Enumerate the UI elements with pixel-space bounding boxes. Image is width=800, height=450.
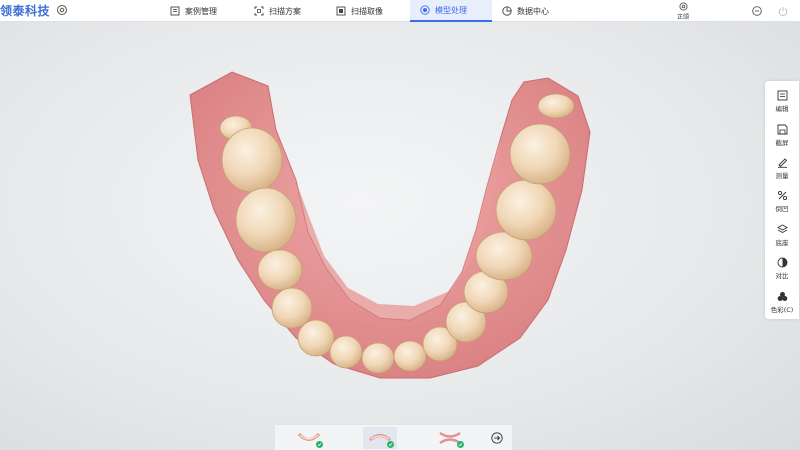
toolbar-label: 编辑 bbox=[775, 105, 789, 114]
tab-label: 扫描方案 bbox=[269, 6, 301, 16]
minus-circle-icon bbox=[752, 6, 762, 16]
model-process-icon bbox=[420, 5, 430, 15]
screenshot-save-icon bbox=[777, 124, 787, 135]
settings-gear-icon[interactable] bbox=[56, 4, 68, 16]
gear-small-icon bbox=[678, 1, 688, 11]
minimize-button[interactable] bbox=[750, 0, 764, 22]
color-palette-icon bbox=[777, 291, 787, 301]
zhengyao-button[interactable]: 正颌 bbox=[672, 0, 694, 22]
edit-icon bbox=[777, 90, 787, 101]
toolbar-label: 截屏 bbox=[775, 138, 789, 147]
scan-capture-icon bbox=[336, 6, 346, 16]
tab-model-processing[interactable]: 模型处理 bbox=[410, 0, 492, 22]
next-step-arrow-icon[interactable] bbox=[491, 432, 503, 444]
pie-chart-icon bbox=[502, 6, 512, 16]
top-nav-bar: 领泰科技 案例管理 扫描方案 扫描取像 模型处理 数据中心 正颌 bbox=[0, 0, 800, 22]
power-icon bbox=[778, 7, 788, 16]
tab-scan-plan[interactable]: 扫描方案 bbox=[244, 0, 326, 22]
toolbar-edit[interactable]: 编辑 bbox=[765, 85, 799, 118]
toolbar-label: 色彩(C) bbox=[770, 305, 794, 314]
toolbar-base[interactable]: 底座 bbox=[765, 219, 799, 252]
case-list-icon bbox=[170, 6, 180, 16]
scan-frame-icon bbox=[254, 6, 264, 16]
tab-data-center[interactable]: 数据中心 bbox=[492, 0, 572, 22]
tab-label: 模型处理 bbox=[435, 5, 467, 15]
tab-label: 扫描取像 bbox=[351, 6, 383, 16]
tab-case-management[interactable]: 案例管理 bbox=[160, 0, 244, 22]
layers-base-icon bbox=[776, 224, 788, 233]
check-icon bbox=[387, 441, 394, 448]
dental-arch-model[interactable] bbox=[0, 22, 760, 422]
toolbar-label: 测量 bbox=[775, 172, 789, 181]
thumbnail-bite[interactable] bbox=[433, 427, 467, 449]
tab-label: 案例管理 bbox=[185, 6, 217, 16]
app-logo: 领泰科技 bbox=[0, 4, 51, 18]
toolbar-screenshot[interactable]: 截屏 bbox=[765, 118, 799, 151]
model-thumbnail-bar bbox=[275, 424, 512, 450]
main-tabs: 案例管理 扫描方案 扫描取像 模型处理 数据中心 bbox=[160, 0, 572, 22]
toolbar-measure[interactable]: 测量 bbox=[765, 152, 799, 185]
contrast-icon bbox=[777, 257, 787, 268]
toolbar-color[interactable]: 色彩(C) bbox=[765, 286, 799, 319]
tab-scan-capture[interactable]: 扫描取像 bbox=[326, 0, 410, 22]
zhengyao-label: 正颌 bbox=[676, 13, 689, 21]
power-button[interactable] bbox=[776, 0, 790, 22]
ruler-pen-icon bbox=[777, 158, 787, 168]
check-icon bbox=[316, 441, 323, 448]
right-toolbar: 编辑 截屏 测量 倒凹 底座 对比 色彩(C) bbox=[765, 81, 799, 319]
toolbar-contrast[interactable]: 对比 bbox=[765, 252, 799, 285]
toolbar-label: 对比 bbox=[775, 272, 789, 281]
toolbar-label: 底座 bbox=[775, 238, 789, 247]
thumbnail-lower-jaw[interactable] bbox=[363, 427, 397, 449]
check-icon bbox=[457, 441, 464, 448]
tab-label: 数据中心 bbox=[517, 6, 549, 16]
thumbnail-upper-jaw[interactable] bbox=[292, 427, 326, 449]
toolbar-label: 倒凹 bbox=[775, 205, 789, 214]
percent-undercut-icon bbox=[777, 191, 787, 201]
toolbar-undercut[interactable]: 倒凹 bbox=[765, 185, 799, 218]
